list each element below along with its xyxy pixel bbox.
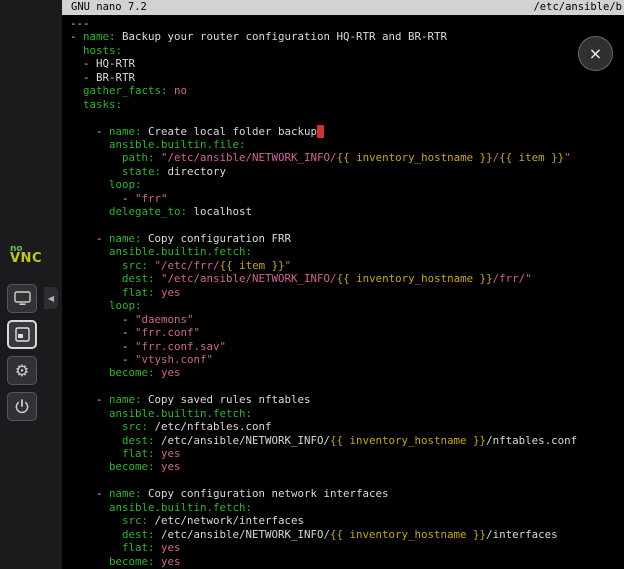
nano-titlebar: GNU nano 7.2 /etc/ansible/b — [62, 0, 624, 15]
code-line: - "daemons" — [70, 313, 624, 326]
code-line: loop: — [70, 299, 624, 312]
nano-version: GNU nano 7.2 — [71, 0, 147, 15]
code-line: - "frr" — [70, 192, 624, 205]
code-line — [70, 219, 624, 232]
code-line: become: yes — [70, 366, 624, 379]
vnc-control-sidebar: no VNC ⚙ — [0, 0, 62, 569]
code-line: ansible.builtin.fetch: — [70, 407, 624, 420]
code-line: tasks: — [70, 98, 624, 111]
code-line: - "vtysh.conf" — [70, 353, 624, 366]
nano-terminal[interactable]: GNU nano 7.2 /etc/ansible/b ---- name: B… — [62, 0, 624, 569]
code-line: src: /etc/network/interfaces — [70, 514, 624, 527]
code-line: - HQ-RTR — [70, 57, 624, 70]
control-bar-buttons: ⚙ — [7, 284, 37, 421]
code-line — [70, 111, 624, 124]
code-line: hosts: — [70, 44, 624, 57]
code-line: - name: Copy configuration FRR — [70, 232, 624, 245]
screen-icon — [14, 291, 31, 306]
fullscreen-icon — [15, 327, 30, 342]
code-line: flat: yes — [70, 286, 624, 299]
code-line: become: yes — [70, 460, 624, 473]
code-line: - "frr.conf.sav" — [70, 340, 624, 353]
screen-button[interactable] — [7, 284, 37, 313]
code-line — [70, 380, 624, 393]
power-icon — [14, 399, 30, 415]
code-line: delegate_to: localhost — [70, 205, 624, 218]
vnc-logo: no VNC — [10, 245, 42, 263]
code-line: dest: "/etc/ansible/NETWORK_INFO/{{ inve… — [70, 272, 624, 285]
file-path: /etc/ansible/b — [533, 0, 622, 15]
code-line: src: "/etc/frr/{{ item }}" — [70, 259, 624, 272]
code-line: - name: Copy configuration network inter… — [70, 487, 624, 500]
code-line: path: "/etc/ansible/NETWORK_INFO/{{ inve… — [70, 151, 624, 164]
code-line: ansible.builtin.fetch: — [70, 501, 624, 514]
code-line: gather_facts: no — [70, 84, 624, 97]
code-line: dest: /etc/ansible/NETWORK_INFO/{{ inven… — [70, 528, 624, 541]
settings-button[interactable]: ⚙ — [7, 356, 37, 385]
fullscreen-button[interactable] — [7, 320, 37, 349]
code-line: ansible.builtin.fetch: — [70, 245, 624, 258]
code-line: flat: yes — [70, 447, 624, 460]
code-line: become: yes — [70, 555, 624, 568]
code-line: - name: Backup your router configuration… — [70, 30, 624, 43]
code-line: src: /etc/nftables.conf — [70, 420, 624, 433]
close-button[interactable]: × — [578, 36, 613, 71]
close-icon: × — [589, 44, 602, 63]
power-button[interactable] — [7, 392, 37, 421]
vnc-logo-text: VNC — [10, 254, 42, 263]
code-line: - name: Create local folder backup — [70, 125, 624, 138]
code-line: state: directory — [70, 165, 624, 178]
code-line — [70, 474, 624, 487]
code-line: - BR-RTR — [70, 71, 624, 84]
code-line: - name: Copy saved rules nftables — [70, 393, 624, 406]
chevron-left-icon: ◀ — [48, 294, 54, 303]
gear-icon: ⚙ — [15, 363, 29, 379]
code-line: flat: yes — [70, 541, 624, 554]
code-line: dest: /etc/ansible/NETWORK_INFO/{{ inven… — [70, 434, 624, 447]
editor-body[interactable]: ---- name: Backup your router configurat… — [62, 15, 624, 568]
code-line: loop: — [70, 178, 624, 191]
control-bar-handle[interactable]: ◀ — [44, 287, 58, 309]
code-line: - "frr.conf" — [70, 326, 624, 339]
code-line: --- — [70, 17, 624, 30]
code-line: ansible.builtin.file: — [70, 138, 624, 151]
